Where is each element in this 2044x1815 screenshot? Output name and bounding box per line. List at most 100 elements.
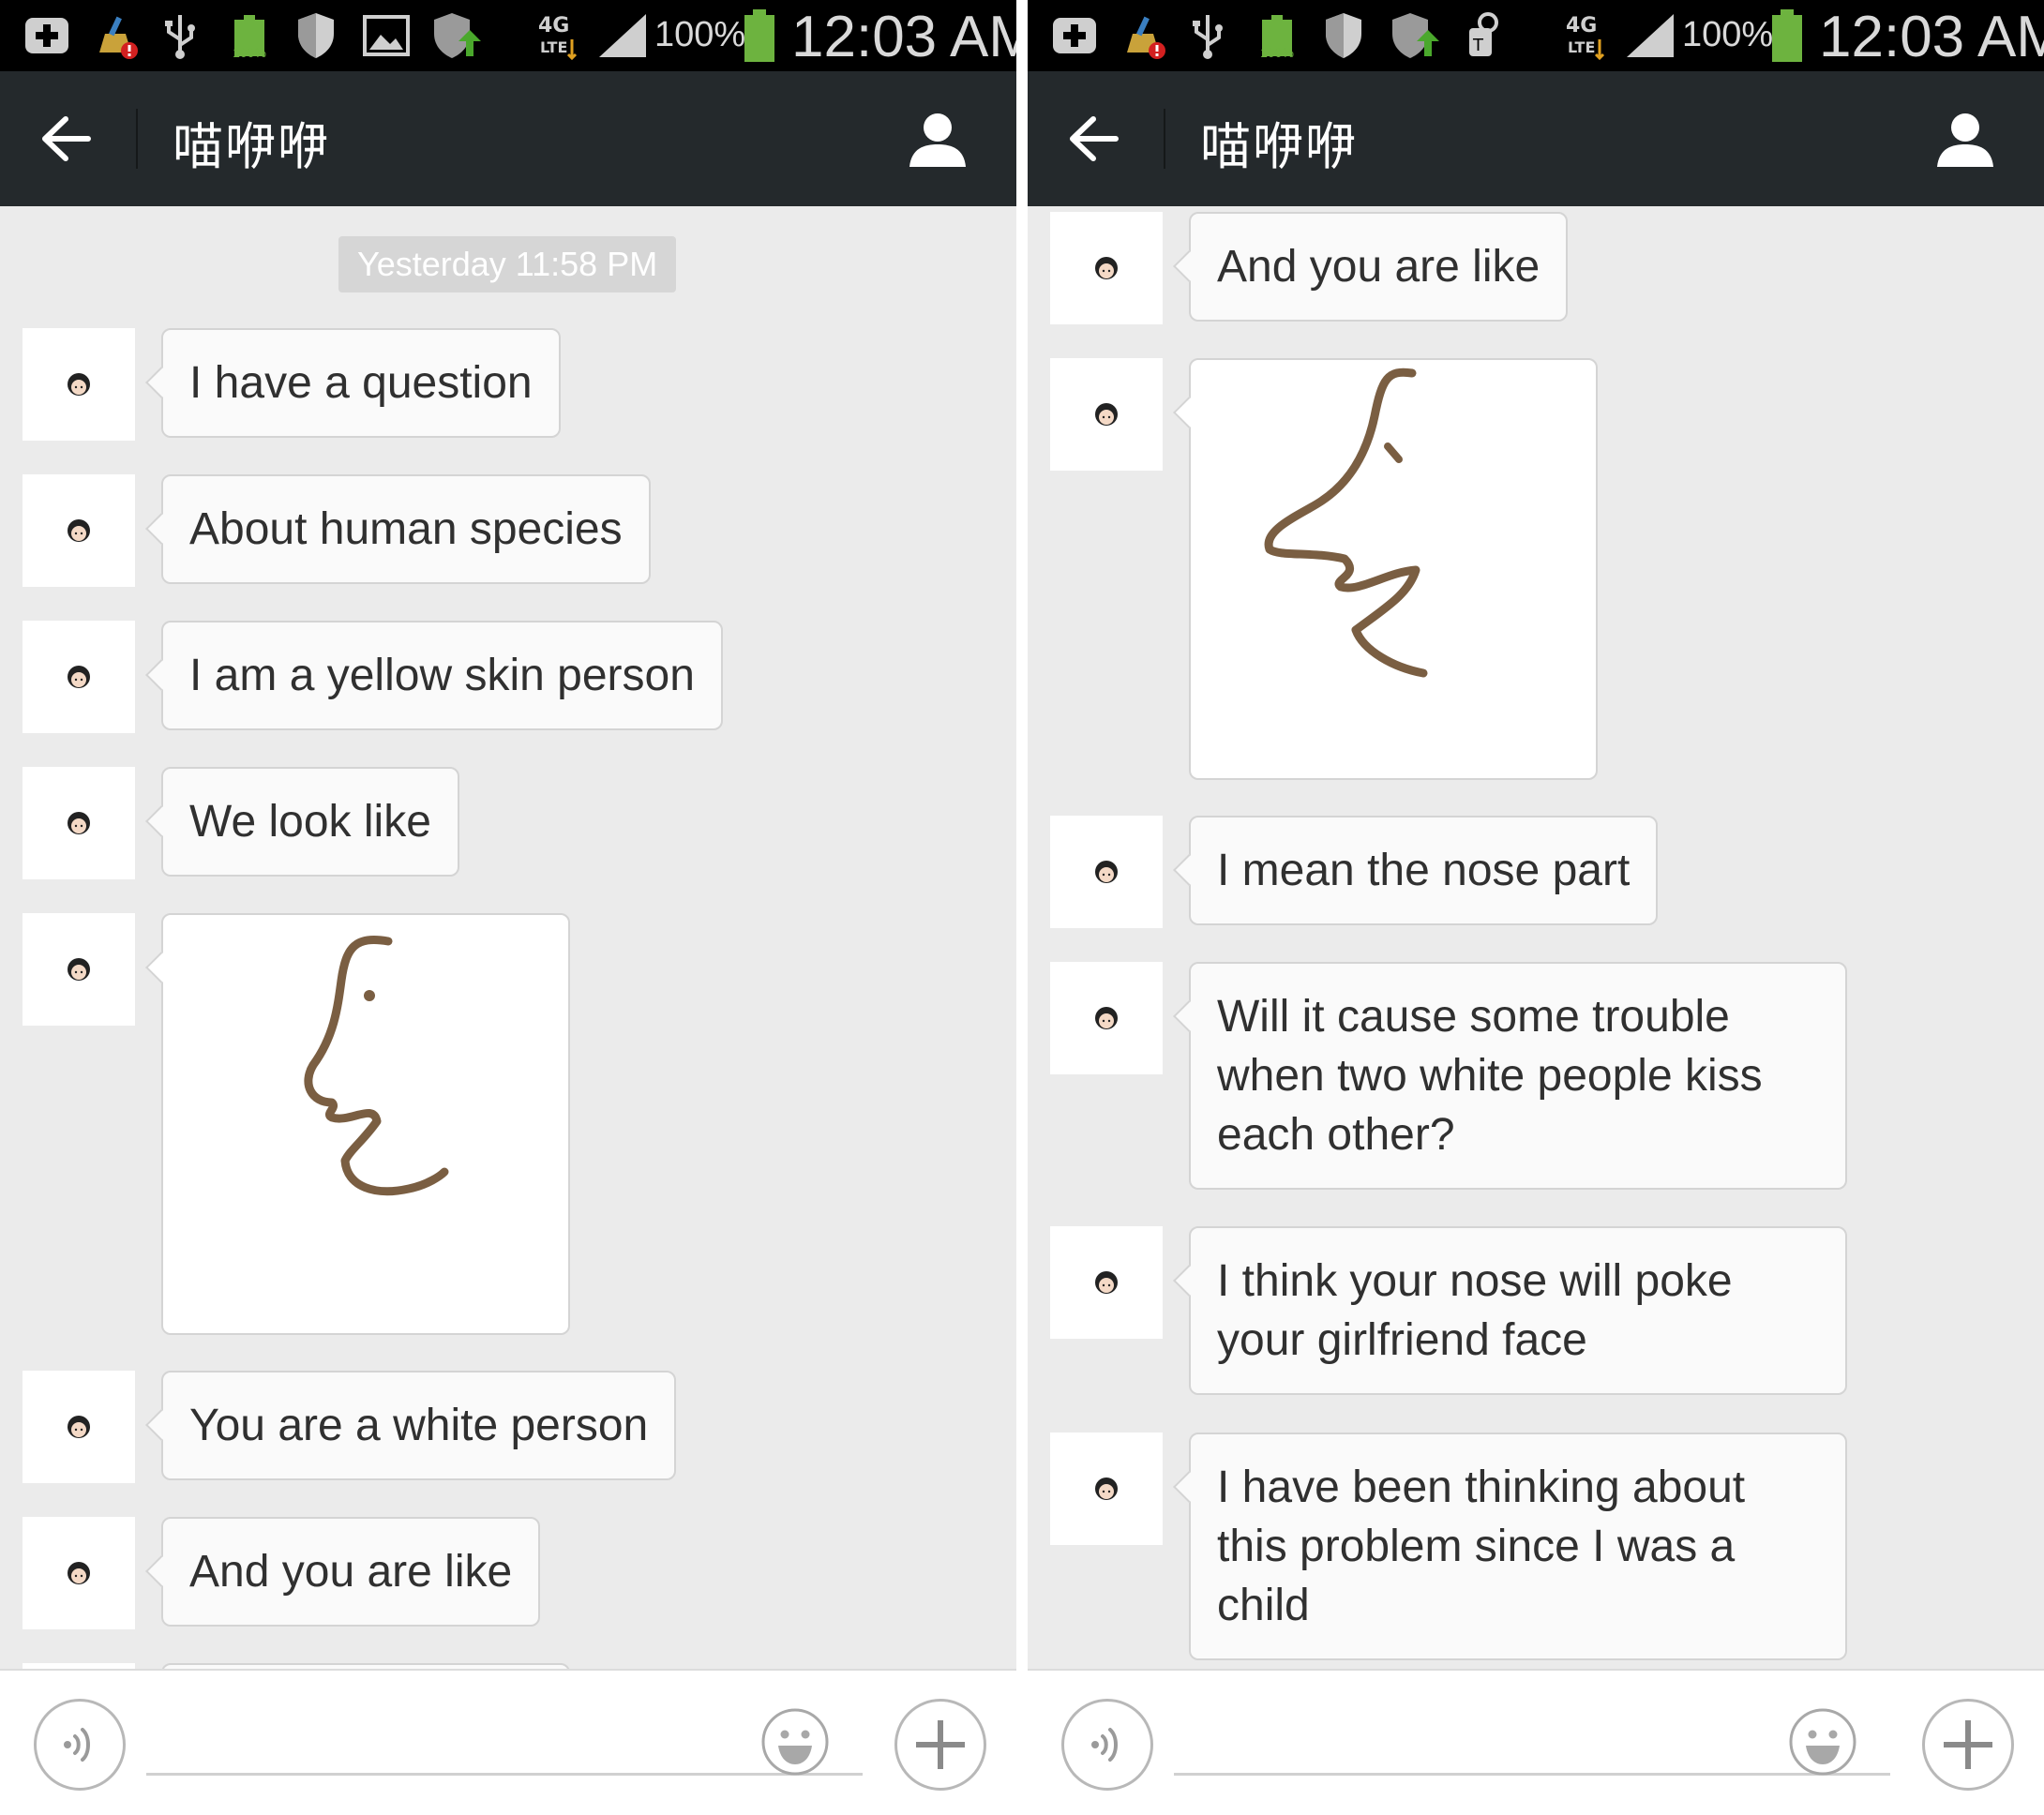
message-bubble[interactable]: You are a white person bbox=[161, 1371, 677, 1480]
message-bubble[interactable]: And you are like bbox=[161, 1517, 541, 1627]
avatar[interactable] bbox=[23, 621, 135, 733]
cleaner-broom-icon bbox=[90, 11, 143, 60]
keychain-icon: T bbox=[1457, 11, 1510, 60]
message-input[interactable] bbox=[1174, 1708, 1890, 1776]
lte-4g-icon: 4G LTE bbox=[533, 11, 581, 60]
clock: 12:03 AM bbox=[1819, 5, 2044, 69]
message-bubble[interactable]: About human species bbox=[161, 474, 651, 584]
plus-button[interactable] bbox=[894, 1699, 986, 1791]
status-bar: 100% T 4G LTE 100% 12:03 AM bbox=[1028, 0, 2044, 71]
girl-avatar-icon bbox=[1095, 257, 1118, 279]
shield-update-icon bbox=[429, 11, 482, 60]
back-arrow-icon bbox=[42, 116, 91, 161]
girl-avatar-icon bbox=[68, 812, 90, 834]
add-box-icon bbox=[1048, 11, 1101, 60]
battery-small-icon: 100% bbox=[1253, 11, 1301, 60]
avatar[interactable] bbox=[1050, 816, 1163, 928]
back-button[interactable] bbox=[28, 105, 103, 172]
profile-icon bbox=[1937, 113, 1993, 167]
chat-header: 喵咿咿 bbox=[0, 71, 1016, 206]
girl-avatar-icon bbox=[68, 373, 90, 396]
chat-title: 喵咿咿 bbox=[1200, 117, 1358, 176]
avatar[interactable] bbox=[1050, 1432, 1163, 1545]
battery-icon bbox=[1768, 9, 1806, 62]
face-profile-drawing bbox=[304, 936, 449, 1196]
usb-icon bbox=[1187, 11, 1228, 60]
image-message[interactable] bbox=[161, 913, 570, 1335]
girl-avatar-icon bbox=[68, 1416, 90, 1438]
avatar[interactable] bbox=[1050, 1226, 1163, 1339]
timestamp: Yesterday 11:58 PM bbox=[338, 236, 677, 292]
profile-icon bbox=[909, 113, 966, 167]
avatar[interactable] bbox=[1050, 358, 1163, 471]
girl-avatar-icon bbox=[1095, 1007, 1118, 1029]
girl-avatar-icon bbox=[68, 519, 90, 542]
message-bubble[interactable]: Will it cause some trouble when two whit… bbox=[1189, 962, 1847, 1190]
message-bubble[interactable]: I mean the nose part bbox=[1189, 816, 1659, 925]
svg-text:4G: 4G bbox=[538, 14, 569, 38]
signal-icon bbox=[596, 11, 649, 60]
profile-button[interactable] bbox=[900, 105, 975, 172]
chat-title: 喵咿咿 bbox=[173, 117, 330, 176]
svg-text:4G: 4G bbox=[1566, 14, 1597, 38]
avatar[interactable] bbox=[23, 474, 135, 587]
image-message[interactable] bbox=[1189, 358, 1598, 780]
clock: 12:03 AM bbox=[791, 5, 1016, 69]
girl-avatar-icon bbox=[1095, 1271, 1118, 1294]
message-list[interactable]: Yesterday 11:58 PM I have a question Abo… bbox=[0, 206, 1016, 1669]
plus-icon bbox=[1944, 1720, 1992, 1769]
message-bubble[interactable]: I am a yellow skin person bbox=[161, 621, 723, 730]
avatar[interactable] bbox=[1050, 212, 1163, 324]
plus-icon bbox=[916, 1720, 965, 1769]
svg-text:LTE: LTE bbox=[1568, 38, 1595, 56]
avatar[interactable] bbox=[23, 913, 135, 1026]
message-bubble[interactable]: And you are like bbox=[1189, 212, 1569, 322]
message-bubble[interactable]: I have been thinking about this problem … bbox=[1189, 1432, 1847, 1660]
avatar[interactable] bbox=[1050, 962, 1163, 1074]
chat-screen-right: 100% T 4G LTE 100% 12:03 AM 喵咿咿 And you … bbox=[1028, 0, 2044, 1815]
battery-icon bbox=[741, 9, 778, 62]
svg-text:T: T bbox=[1472, 36, 1484, 55]
message-bubble[interactable]: I think your nose will poke your girlfri… bbox=[1189, 1226, 1847, 1395]
emoji-button[interactable] bbox=[1785, 1704, 1860, 1779]
message-bubble[interactable]: We look like bbox=[161, 767, 459, 877]
plus-button[interactable] bbox=[1922, 1699, 2014, 1791]
voice-icon bbox=[1091, 1728, 1118, 1762]
girl-avatar-icon bbox=[1095, 403, 1118, 426]
profile-button[interactable] bbox=[1928, 105, 2003, 172]
lte-4g-icon: 4G LTE bbox=[1560, 11, 1609, 60]
emoji-icon bbox=[761, 1708, 829, 1776]
girl-avatar-icon bbox=[1095, 1478, 1118, 1500]
input-bar bbox=[1028, 1669, 2044, 1815]
message-bubble[interactable]: I have a question bbox=[161, 328, 561, 438]
battery-small-icon: 100% bbox=[225, 11, 274, 60]
face-profile-drawing bbox=[1264, 368, 1428, 678]
signal-icon bbox=[1624, 11, 1676, 60]
shield-icon bbox=[293, 11, 339, 60]
message-list[interactable]: And you are like I mean the nose part Wi… bbox=[1028, 206, 2044, 1669]
panel-divider bbox=[1016, 0, 1028, 1815]
voice-button[interactable] bbox=[34, 1699, 126, 1791]
header-divider bbox=[1164, 109, 1165, 169]
back-button[interactable] bbox=[1056, 105, 1131, 172]
avatar[interactable] bbox=[23, 767, 135, 879]
input-bar bbox=[0, 1669, 1016, 1815]
header-divider bbox=[136, 109, 138, 169]
girl-avatar-icon bbox=[68, 1562, 90, 1584]
battery-percent: 100% bbox=[654, 15, 746, 54]
girl-avatar-icon bbox=[68, 666, 90, 688]
avatar[interactable] bbox=[23, 328, 135, 441]
usb-icon bbox=[159, 11, 201, 60]
message-input[interactable] bbox=[146, 1708, 863, 1776]
avatar[interactable] bbox=[23, 1371, 135, 1483]
voice-icon bbox=[64, 1728, 90, 1762]
girl-avatar-icon bbox=[68, 958, 90, 981]
back-arrow-icon bbox=[1070, 116, 1119, 161]
avatar[interactable] bbox=[23, 1517, 135, 1629]
shield-update-icon bbox=[1388, 11, 1440, 60]
voice-button[interactable] bbox=[1061, 1699, 1153, 1791]
emoji-button[interactable] bbox=[758, 1704, 833, 1779]
gallery-icon bbox=[360, 11, 413, 60]
chat-screen-left: 100% 4G LTE 100% 12:03 AM 喵咿咿 Yesterday … bbox=[0, 0, 1016, 1815]
add-box-icon bbox=[21, 11, 73, 60]
